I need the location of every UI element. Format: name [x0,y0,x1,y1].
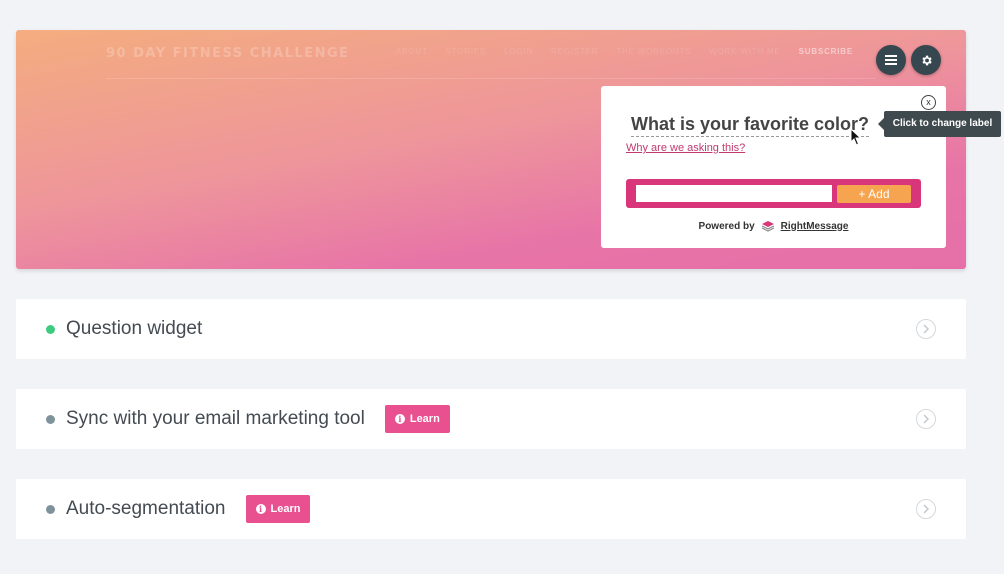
site-nav-item[interactable]: REGISTER [551,47,598,56]
info-icon: i [255,504,266,514]
card-auto-segmentation[interactable]: Auto-segmentation i Learn [16,479,966,539]
menu-button[interactable] [876,45,906,75]
gear-icon [921,55,932,65]
card-title: Auto-segmentation [66,498,226,519]
learn-label: Learn [270,503,301,515]
chevron-right-icon[interactable] [916,409,936,429]
powered-by: Powered by RightMessage [601,219,946,233]
chevron-right-icon[interactable] [916,319,936,339]
status-dot [46,414,55,424]
rightmessage-link[interactable]: RightMessage [781,221,849,232]
site-nav-subscribe[interactable]: SUBSCRIBE [799,47,853,56]
answer-form: + Add [626,179,921,208]
site-nav-item[interactable]: LOGIN [504,47,533,56]
card-question-widget[interactable]: Question widget [16,299,966,359]
close-icon[interactable]: x [921,95,936,110]
site-nav-item[interactable]: STORIES [446,47,487,56]
card-title: Question widget [66,318,203,339]
answer-input[interactable] [636,185,832,202]
mouse-cursor-icon [850,128,862,146]
hero-divider [106,78,876,79]
learn-button[interactable]: i Learn [384,405,450,433]
chevron-right-icon[interactable] [916,499,936,519]
add-button[interactable]: + Add [837,185,911,203]
learn-label: Learn [409,413,440,425]
hamburger-menu-icon [885,55,897,65]
rightmessage-logo-icon [761,221,774,232]
card-email-sync[interactable]: Sync with your email marketing tool i Le… [16,389,966,449]
status-dot [46,504,55,514]
site-nav-item[interactable]: WORK WITH ME [709,47,780,56]
site-nav-item[interactable]: THE WORKOUTS [616,47,691,56]
learn-button[interactable]: i Learn [245,495,311,523]
site-title: 90 DAY FITNESS CHALLENGE [106,46,350,61]
status-dot [46,324,55,334]
site-nav: ABOUT STORIES LOGIN REGISTER THE WORKOUT… [396,47,853,56]
question-label[interactable]: What is your favorite color? [631,114,870,137]
why-asking-link[interactable]: Why are we asking this? [626,142,745,154]
powered-by-label: Powered by [698,220,755,232]
tooltip: Click to change label [878,111,1001,137]
info-icon: i [394,414,405,424]
card-title: Sync with your email marketing tool [66,408,365,429]
settings-button[interactable] [911,45,941,75]
site-nav-item[interactable]: ABOUT [396,47,428,56]
